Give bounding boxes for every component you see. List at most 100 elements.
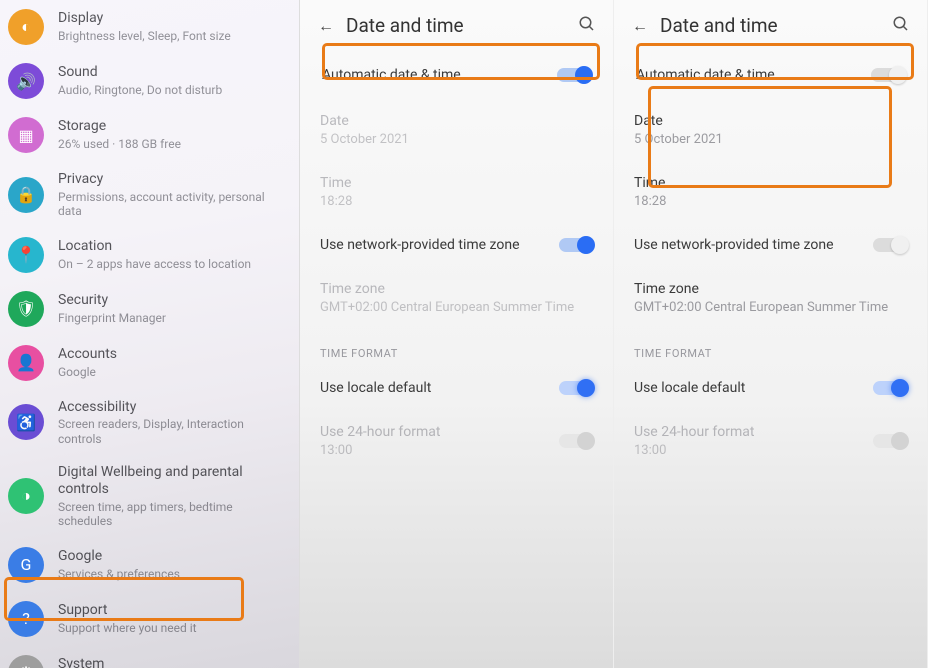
pref-time: Time 18:28 [300, 161, 613, 223]
storage-icon: ▦ [8, 117, 44, 153]
pref-date[interactable]: Date 5 October 2021 [614, 99, 927, 161]
settings-row-location[interactable]: 📍LocationOn – 2 apps have access to loca… [0, 228, 299, 282]
settings-row-sub: Audio, Ringtone, Do not disturb [58, 83, 284, 97]
pref-use-locale-default[interactable]: Use locale default [614, 366, 927, 410]
settings-row-texts: Location On – 2 apps have access to locat… [58, 238, 284, 271]
settings-row-digital-wellbeing-and-parental-controls[interactable]: ◑Digital Wellbeing and parental controls… [0, 455, 299, 537]
support-icon: ? [8, 601, 44, 637]
pref-time[interactable]: Time 18:28 [614, 161, 927, 223]
pref-title: Use locale default [634, 380, 873, 396]
settings-row-texts: AccessibilityScreen readers, Display, In… [58, 399, 284, 447]
settings-row-texts: PrivacyPermissions, account activity, pe… [58, 171, 284, 219]
date-value: 5 October 2021 [634, 132, 907, 147]
settings-row-title: Location [58, 238, 284, 255]
settings-row-sub: Screen time, app timers, bedtime schedul… [58, 500, 284, 529]
settings-row-sub: Support where you need it [58, 621, 284, 635]
tz-label: Time zone [634, 281, 907, 297]
settings-row-sub: Google [58, 365, 284, 379]
pref-date: Date 5 October 2021 [300, 99, 613, 161]
toggle-use-locale-default[interactable] [559, 381, 593, 395]
pref-use-network-tz[interactable]: Use network-provided time zone [300, 223, 613, 267]
settings-row-title: Support [58, 602, 284, 619]
privacy-icon: 🔒 [8, 177, 44, 213]
settings-row-texts: Accounts Google [58, 346, 284, 379]
pref-title: Automatic date & time [636, 67, 871, 83]
settings-row-texts: SystemLanguage & input, Date & time, Bac… [58, 656, 284, 668]
use-24h-sample: 13:00 [320, 443, 559, 458]
back-icon[interactable]: ← [626, 16, 654, 36]
settings-row-accessibility[interactable]: ♿ AccessibilityScreen readers, Display, I… [0, 390, 299, 456]
time-value: 18:28 [320, 194, 593, 209]
tz-value: GMT+02:00 Central European Summer Time [634, 300, 907, 315]
settings-row-display[interactable]: ◐ DisplayBrightness level, Sleep, Font si… [0, 0, 299, 54]
toggle-use-network-tz[interactable] [873, 238, 907, 252]
tz-label: Time zone [320, 281, 593, 297]
settings-row-storage[interactable]: ▦ Storage26% used · 188 GB free [0, 108, 299, 162]
use-24h-label: Use 24-hour format [320, 424, 559, 440]
pref-auto-date-time[interactable]: Automatic date & time [614, 51, 927, 99]
pref-use-24h: Use 24-hour format 13:00 [614, 410, 927, 472]
pref-title: Use network-provided time zone [320, 237, 559, 253]
back-icon[interactable]: ← [312, 16, 340, 36]
settings-row-google[interactable]: G Google Services & preferences [0, 538, 299, 592]
settings-row-texts: Storage26% used · 188 GB free [58, 118, 284, 151]
search-icon[interactable] [573, 15, 601, 37]
toggle-use-network-tz[interactable] [559, 238, 593, 252]
settings-list-pane: ◐ DisplayBrightness level, Sleep, Font si… [0, 0, 300, 668]
accessibility-icon: ♿ [8, 404, 44, 440]
toggle-auto-date-time[interactable] [871, 68, 905, 82]
accounts-icon: 👤 [8, 345, 44, 381]
toggle-use-24h [873, 434, 907, 448]
section-time-format: TIME FORMAT [614, 329, 927, 366]
settings-row-sub: Fingerprint Manager [58, 311, 284, 325]
system-icon: ⚙ [8, 655, 44, 668]
toggle-auto-date-time[interactable] [557, 68, 591, 82]
settings-row-title: System [58, 656, 284, 668]
settings-row-texts: Google Services & preferences [58, 548, 284, 581]
pref-use-network-tz[interactable]: Use network-provided time zone [614, 223, 927, 267]
date-time-header: ← Date and time [614, 0, 927, 51]
settings-row-title: Security [58, 292, 284, 309]
tz-value: GMT+02:00 Central European Summer Time [320, 300, 593, 315]
settings-row-texts: Support Support where you need it [58, 602, 284, 635]
time-label: Time [634, 175, 907, 191]
settings-row-privacy[interactable]: 🔒 PrivacyPermissions, account activity, p… [0, 162, 299, 228]
date-label: Date [320, 113, 593, 129]
date-time-pane-auto-off: ← Date and time Automatic date & time Da… [614, 0, 928, 668]
settings-row-security[interactable]: 🛡 Security Fingerprint Manager [0, 282, 299, 336]
settings-row-sub: Permissions, account activity, personal … [58, 190, 284, 219]
settings-row-sub: Brightness level, Sleep, Font size [58, 29, 284, 43]
security-icon: 🛡 [8, 291, 44, 327]
settings-row-sound[interactable]: 🔊 SoundAudio, Ringtone, Do not disturb [0, 54, 299, 108]
settings-row-support[interactable]: ? Support Support where you need it [0, 592, 299, 646]
settings-row-system[interactable]: ⚙ SystemLanguage & input, Date & time, Ba… [0, 646, 299, 668]
settings-row-accounts[interactable]: 👤 Accounts Google [0, 336, 299, 390]
settings-row-sub: On – 2 apps have access to location [58, 257, 284, 271]
pref-use-24h: Use 24-hour format 13:00 [300, 410, 613, 472]
page-title: Date and time [654, 14, 887, 37]
settings-row-title: Storage [58, 118, 284, 135]
pref-use-locale-default[interactable]: Use locale default [300, 366, 613, 410]
settings-row-texts: SoundAudio, Ringtone, Do not disturb [58, 64, 284, 97]
sound-icon: 🔊 [8, 63, 44, 99]
pref-time-zone[interactable]: Time zone GMT+02:00 Central European Sum… [614, 267, 927, 329]
toggle-use-locale-default[interactable] [873, 381, 907, 395]
settings-row-title: Digital Wellbeing and parental controls [58, 464, 284, 498]
use-24h-sample: 13:00 [634, 443, 873, 458]
settings-row-title: Accounts [58, 346, 284, 363]
use-24h-label: Use 24-hour format [634, 424, 873, 440]
page-title: Date and time [340, 14, 573, 37]
settings-row-title: Accessibility [58, 399, 284, 416]
display-icon: ◐ [8, 9, 44, 45]
settings-row-title: Google [58, 548, 284, 565]
search-icon[interactable] [887, 15, 915, 37]
settings-row-texts: DisplayBrightness level, Sleep, Font siz… [58, 10, 284, 43]
settings-row-sub: Screen readers, Display, Interaction con… [58, 417, 284, 446]
google-icon: G [8, 547, 44, 583]
pref-auto-date-time[interactable]: Automatic date & time [300, 51, 613, 99]
date-label: Date [634, 113, 907, 129]
section-time-format: TIME FORMAT [300, 329, 613, 366]
settings-row-sub: Services & preferences [58, 567, 284, 581]
date-time-pane-auto-on: ← Date and time Automatic date & time Da… [300, 0, 614, 668]
settings-row-texts: Digital Wellbeing and parental controlsS… [58, 464, 284, 528]
